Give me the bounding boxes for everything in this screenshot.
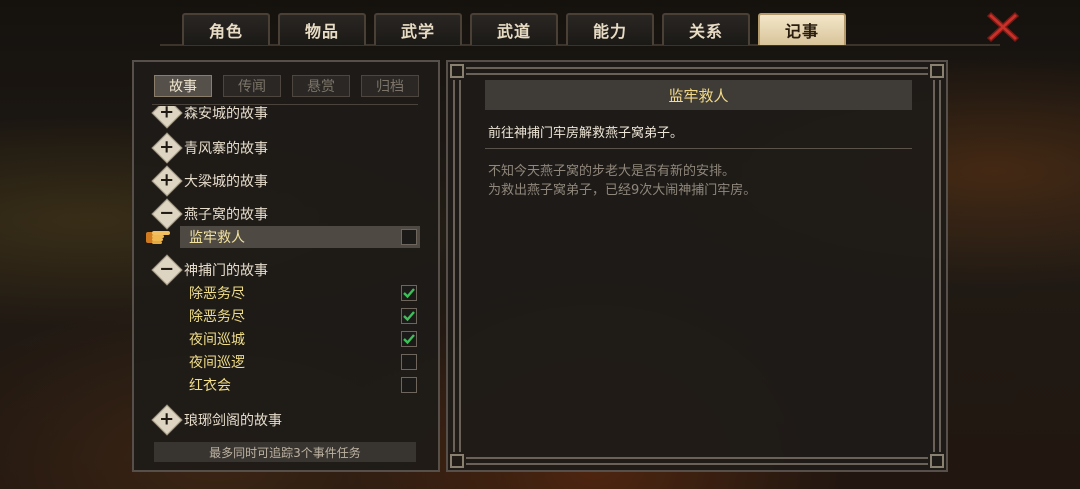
quest-label: 夜间巡城 [189, 332, 245, 348]
border-ornament [453, 80, 461, 452]
collapse-icon: − [151, 254, 183, 286]
story-group-shenbumen[interactable]: − 神捕门的故事 [151, 254, 268, 286]
story-group-label: 青风寨的故事 [184, 141, 268, 157]
divider [152, 104, 418, 105]
collapse-icon: − [151, 198, 183, 230]
expand-icon: + [151, 404, 183, 436]
checkmark-icon [403, 311, 415, 322]
expand-icon: + [151, 165, 183, 197]
story-group-langyajiange[interactable]: + 琅琊剑阁的故事 [151, 404, 282, 436]
quest-label: 除恶务尽 [189, 309, 245, 325]
story-group-label: 燕子窝的故事 [184, 207, 268, 223]
quest-title: 监牢救人 [485, 80, 912, 110]
tab-character[interactable]: 角色 [182, 13, 270, 45]
story-group-yanziwo[interactable]: − 燕子窝的故事 [151, 198, 268, 230]
quest-label: 夜间巡逻 [189, 355, 245, 371]
subtab-rumors[interactable]: 传闻 [223, 75, 281, 97]
story-group-label: 神捕门的故事 [184, 263, 268, 279]
description-line: 为救出燕子窝弟子，已经9次大闹神捕门牢房。 [488, 183, 757, 198]
story-group-label: 琅琊剑阁的故事 [184, 413, 282, 429]
pointing-hand-icon [146, 231, 170, 244]
divider [485, 148, 912, 149]
description-line: 不知今天燕子窝的步老大是否有新的安排。 [488, 164, 736, 179]
border-ornament [466, 67, 928, 75]
expand-icon: + [151, 106, 183, 129]
track-checkbox[interactable] [401, 308, 417, 324]
story-group-qingfengzhai[interactable]: + 青风寨的故事 [151, 132, 268, 164]
quest-label: 除恶务尽 [189, 286, 245, 302]
quest-item[interactable]: 红衣会 [180, 374, 420, 396]
tab-abilities[interactable]: 能力 [566, 13, 654, 45]
tracking-limit-note: 最多同时可追踪3个事件任务 [154, 442, 416, 462]
border-ornament [466, 457, 928, 465]
close-icon [986, 11, 1020, 43]
story-group-partial[interactable]: + 森安城的故事 [151, 106, 268, 129]
tab-martial-arts[interactable]: 武学 [374, 13, 462, 45]
quest-item[interactable]: 除恶务尽 [180, 305, 420, 327]
quest-objective: 前往神捕门牢房解救燕子窝弟子。 [488, 126, 684, 141]
corner-ornament [450, 64, 464, 78]
close-button[interactable] [984, 8, 1022, 46]
story-group-label: 森安城的故事 [184, 106, 268, 122]
expand-icon: + [151, 132, 183, 164]
track-checkbox[interactable] [401, 331, 417, 347]
sub-tab-bar: 故事 传闻 悬赏 归档 [154, 75, 419, 97]
track-checkbox[interactable] [401, 354, 417, 370]
quest-label: 红衣会 [189, 378, 231, 394]
tab-journal[interactable]: 记事 [758, 13, 846, 45]
border-ornament [933, 80, 941, 452]
main-tab-bar: 角色 物品 武学 武道 能力 关系 记事 [182, 13, 846, 45]
quest-label: 监牢救人 [189, 230, 245, 246]
quest-description: 不知今天燕子窝的步老大是否有新的安排。 为救出燕子窝弟子，已经9次大闹神捕门牢房… [488, 162, 756, 200]
tab-items[interactable]: 物品 [278, 13, 366, 45]
quest-item[interactable]: 除恶务尽 [180, 282, 420, 304]
track-checkbox[interactable] [401, 377, 417, 393]
story-group-label: 大梁城的故事 [184, 174, 268, 190]
checkmark-icon [403, 288, 415, 299]
quest-detail-panel: 监牢救人 前往神捕门牢房解救燕子窝弟子。 不知今天燕子窝的步老大是否有新的安排。… [446, 60, 948, 472]
tab-martial-path[interactable]: 武道 [470, 13, 558, 45]
quest-item[interactable]: 夜间巡城 [180, 328, 420, 350]
tab-relations[interactable]: 关系 [662, 13, 750, 45]
checkmark-icon [403, 334, 415, 345]
corner-ornament [930, 64, 944, 78]
track-checkbox[interactable] [401, 285, 417, 301]
corner-ornament [930, 454, 944, 468]
story-tree[interactable]: + 森安城的故事 + 青风寨的故事 + 大梁城的故事 − 燕子窝的故事 监牢救人… [134, 106, 438, 439]
corner-ornament [450, 454, 464, 468]
story-list-panel: 故事 传闻 悬赏 归档 + 森安城的故事 + 青风寨的故事 + 大梁城的故事 −… [132, 60, 440, 472]
subtab-archive[interactable]: 归档 [361, 75, 419, 97]
quest-item-selected[interactable]: 监牢救人 [180, 226, 420, 248]
quest-item[interactable]: 夜间巡逻 [180, 351, 420, 373]
story-group-daliangcheng[interactable]: + 大梁城的故事 [151, 165, 268, 197]
subtab-stories[interactable]: 故事 [154, 75, 212, 97]
track-checkbox[interactable] [401, 229, 417, 245]
subtab-bounties[interactable]: 悬赏 [292, 75, 350, 97]
